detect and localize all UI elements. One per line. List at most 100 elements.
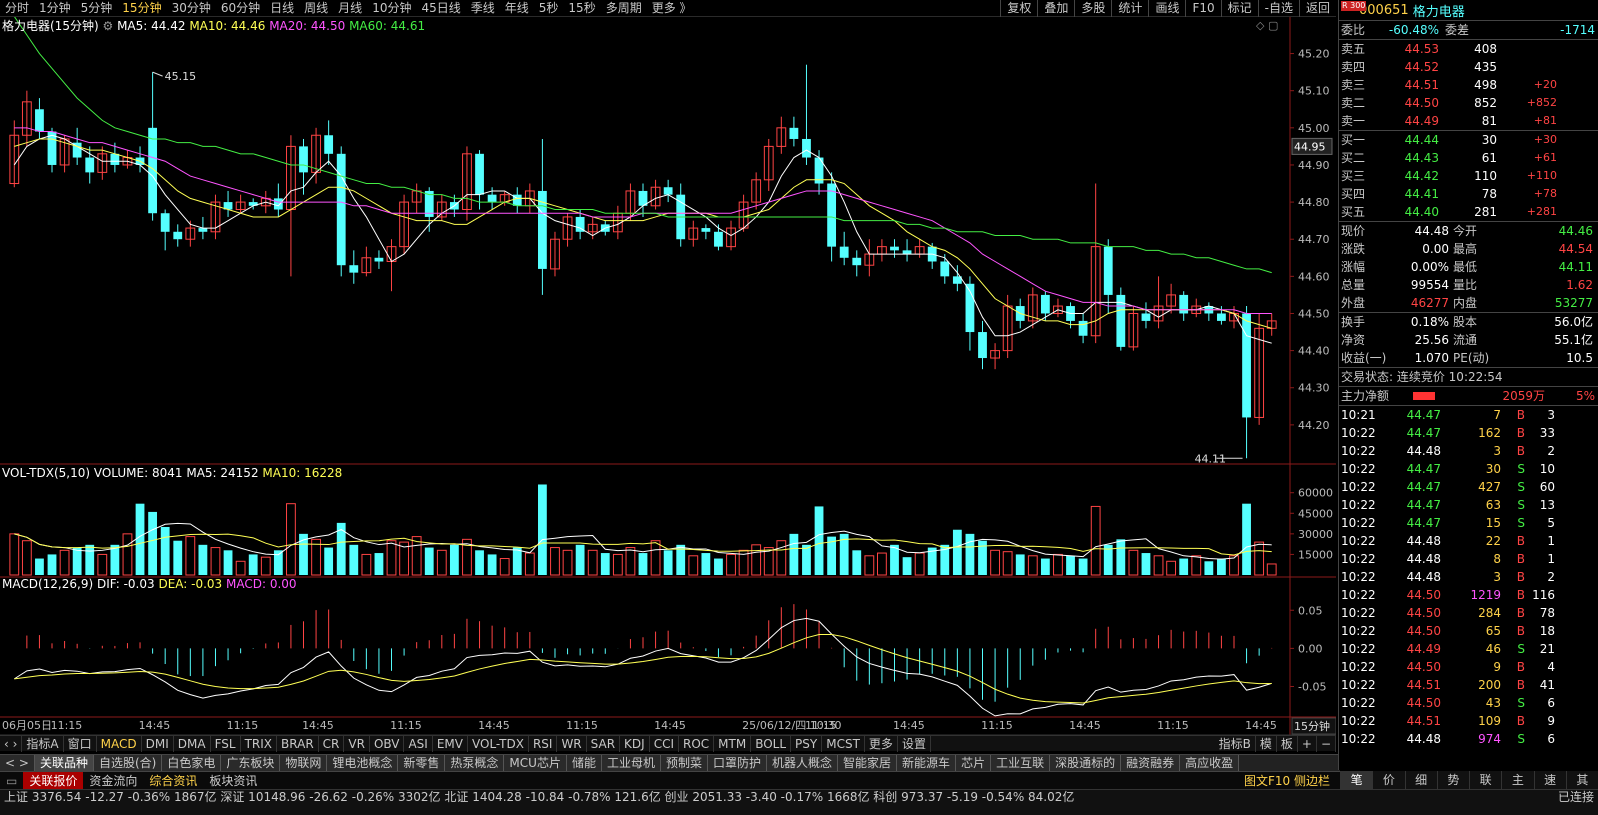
tab-17[interactable]: 工业互联 xyxy=(991,755,1051,771)
indicator-22[interactable]: PSY xyxy=(791,735,823,752)
tab-10[interactable]: 工业母机 xyxy=(601,755,661,771)
ind-right-4[interactable]: − xyxy=(1317,735,1336,752)
indicator-10[interactable]: OBV xyxy=(370,735,405,752)
indicator-13[interactable]: VOL-TDX xyxy=(468,735,529,752)
period-8[interactable]: 月线 xyxy=(333,0,367,17)
tick-count: 1 xyxy=(1547,552,1555,566)
toolbar-0[interactable]: 复权 xyxy=(1000,0,1037,17)
indicator-21[interactable]: BOLL xyxy=(751,735,792,752)
tab-2[interactable]: 白色家电 xyxy=(162,755,222,771)
tab-8[interactable]: MCU芯片 xyxy=(504,755,567,771)
collapse-icon[interactable]: ▭ xyxy=(0,772,23,790)
indicator-24[interactable]: 更多 xyxy=(865,735,898,752)
period-2[interactable]: 5分钟 xyxy=(76,0,118,17)
ind-right-3[interactable]: + xyxy=(1298,735,1317,752)
tab-arrows[interactable]: < > xyxy=(0,755,35,771)
info-tab-3[interactable]: 板块资讯 xyxy=(203,772,263,790)
tab-11[interactable]: 预制菜 xyxy=(660,755,708,771)
indicator-11[interactable]: ASI xyxy=(404,735,433,752)
indicator-2[interactable]: MACD xyxy=(97,735,142,752)
indicator-7[interactable]: BRAR xyxy=(277,735,319,752)
tab-5[interactable]: 锂电池概念 xyxy=(327,755,399,771)
ind-right-1[interactable]: 模 xyxy=(1256,735,1277,752)
chart-area[interactable]: 45.20 45.10 45.00 44.90 44.80 44.70 44.60 44.50… xyxy=(0,16,1337,736)
indicator-9[interactable]: VR xyxy=(344,735,370,752)
period-16[interactable]: 更多 》 xyxy=(647,0,697,17)
indicator-14[interactable]: RSI xyxy=(529,735,558,752)
tab-14[interactable]: 智能家居 xyxy=(838,755,898,771)
right-tab-1[interactable]: 价 xyxy=(1372,771,1404,789)
tab-18[interactable]: 深股通标的 xyxy=(1050,755,1122,771)
legend-ma20: MA20: 44.50 xyxy=(269,19,346,33)
tab-1[interactable]: 自选股(合) xyxy=(93,755,163,771)
tab-4[interactable]: 物联网 xyxy=(280,755,328,771)
period-9[interactable]: 10分钟 xyxy=(367,0,416,17)
toolbar-8[interactable]: 返回 xyxy=(1298,0,1336,17)
tab-19[interactable]: 融资融券 xyxy=(1121,755,1181,771)
indicator-16[interactable]: SAR xyxy=(587,735,621,752)
right-tab-7[interactable]: 其 xyxy=(1565,771,1598,789)
indicator-5[interactable]: FSL xyxy=(211,735,241,752)
toolbar-5[interactable]: F10 xyxy=(1185,0,1220,17)
tab-0[interactable]: 关联品种 xyxy=(34,755,94,771)
toolbar-3[interactable]: 统计 xyxy=(1111,0,1148,17)
indicator-15[interactable]: WR xyxy=(557,735,587,752)
indicator-12[interactable]: EMV xyxy=(433,735,468,752)
tab-3[interactable]: 广东板块 xyxy=(221,755,281,771)
right-tab-3[interactable]: 势 xyxy=(1436,771,1469,789)
indicator-19[interactable]: ROC xyxy=(679,735,715,752)
tab-7[interactable]: 热泵概念 xyxy=(445,755,505,771)
toolbar-1[interactable]: 叠加 xyxy=(1037,0,1074,17)
right-tab-2[interactable]: 细 xyxy=(1404,771,1437,789)
tab-12[interactable]: 口罩防护 xyxy=(708,755,768,771)
tab-6[interactable]: 新零售 xyxy=(398,755,446,771)
period-10[interactable]: 45日线 xyxy=(416,0,465,17)
right-tab-4[interactable]: 联 xyxy=(1469,771,1501,789)
period-14[interactable]: 15秒 xyxy=(563,0,600,17)
indicator-20[interactable]: MTM xyxy=(714,735,752,752)
info-tab-0[interactable]: 关联报价 xyxy=(23,771,84,790)
toolbar-7[interactable]: -自选 xyxy=(1257,0,1299,17)
ind-right-0[interactable]: 指标B xyxy=(1215,735,1256,752)
toolbar-6[interactable]: 标记 xyxy=(1220,0,1258,17)
indicator-23[interactable]: MCST xyxy=(822,735,865,752)
period-12[interactable]: 年线 xyxy=(500,0,534,17)
period-13[interactable]: 5秒 xyxy=(534,0,564,17)
indicator-6[interactable]: TRIX xyxy=(241,735,278,752)
right-tab-6[interactable]: 速 xyxy=(1533,771,1566,789)
period-3[interactable]: 15分钟 xyxy=(117,0,166,17)
nav-arrows[interactable]: ‹ › xyxy=(0,735,23,752)
period-1[interactable]: 1分钟 xyxy=(34,0,76,17)
tab-20[interactable]: 高应收盈 xyxy=(1180,755,1240,771)
toolbar-4[interactable]: 画线 xyxy=(1148,0,1185,17)
vol-bar-43 xyxy=(550,547,560,576)
indicator-8[interactable]: CR xyxy=(319,735,345,752)
indicator-3[interactable]: DMI xyxy=(142,735,174,752)
info-tab-1[interactable]: 资金流向 xyxy=(83,772,143,790)
indicator-0[interactable]: 指标A xyxy=(22,735,64,752)
tab-13[interactable]: 机器人概念 xyxy=(767,755,839,771)
period-15[interactable]: 多周期 xyxy=(601,0,647,17)
period-5[interactable]: 60分钟 xyxy=(216,0,265,17)
indicator-17[interactable]: KDJ xyxy=(620,735,650,752)
period-7[interactable]: 周线 xyxy=(299,0,333,17)
tick-row-5: 10:22 44.47 63 S 13 xyxy=(1339,496,1598,514)
tab-16[interactable]: 芯片 xyxy=(956,755,992,771)
info-tab-2[interactable]: 综合资讯 xyxy=(143,772,203,790)
right-tab-0[interactable]: 笔 xyxy=(1340,771,1373,789)
kline-chart[interactable]: 45.20 45.10 45.00 44.90 44.80 44.70 44.60 44.50… xyxy=(0,16,1337,736)
indicator-18[interactable]: CCI xyxy=(650,735,679,752)
period-0[interactable]: 分时 xyxy=(0,0,34,17)
indicator-25[interactable]: 设置 xyxy=(898,735,931,752)
tab-9[interactable]: 储能 xyxy=(566,755,602,771)
tab-15[interactable]: 新能源车 xyxy=(897,755,957,771)
ind-right-2[interactable]: 板 xyxy=(1277,735,1298,752)
period-11[interactable]: 季线 xyxy=(466,0,500,17)
right-tab-5[interactable]: 主 xyxy=(1501,771,1533,789)
indicator-4[interactable]: DMA xyxy=(174,735,211,752)
period-6[interactable]: 日线 xyxy=(265,0,299,17)
indicator-1[interactable]: 窗口 xyxy=(64,735,97,752)
period-4[interactable]: 30分钟 xyxy=(167,0,216,17)
info-right[interactable]: 图文F10 侧边栏 xyxy=(1238,772,1336,790)
toolbar-2[interactable]: 多股 xyxy=(1074,0,1111,17)
